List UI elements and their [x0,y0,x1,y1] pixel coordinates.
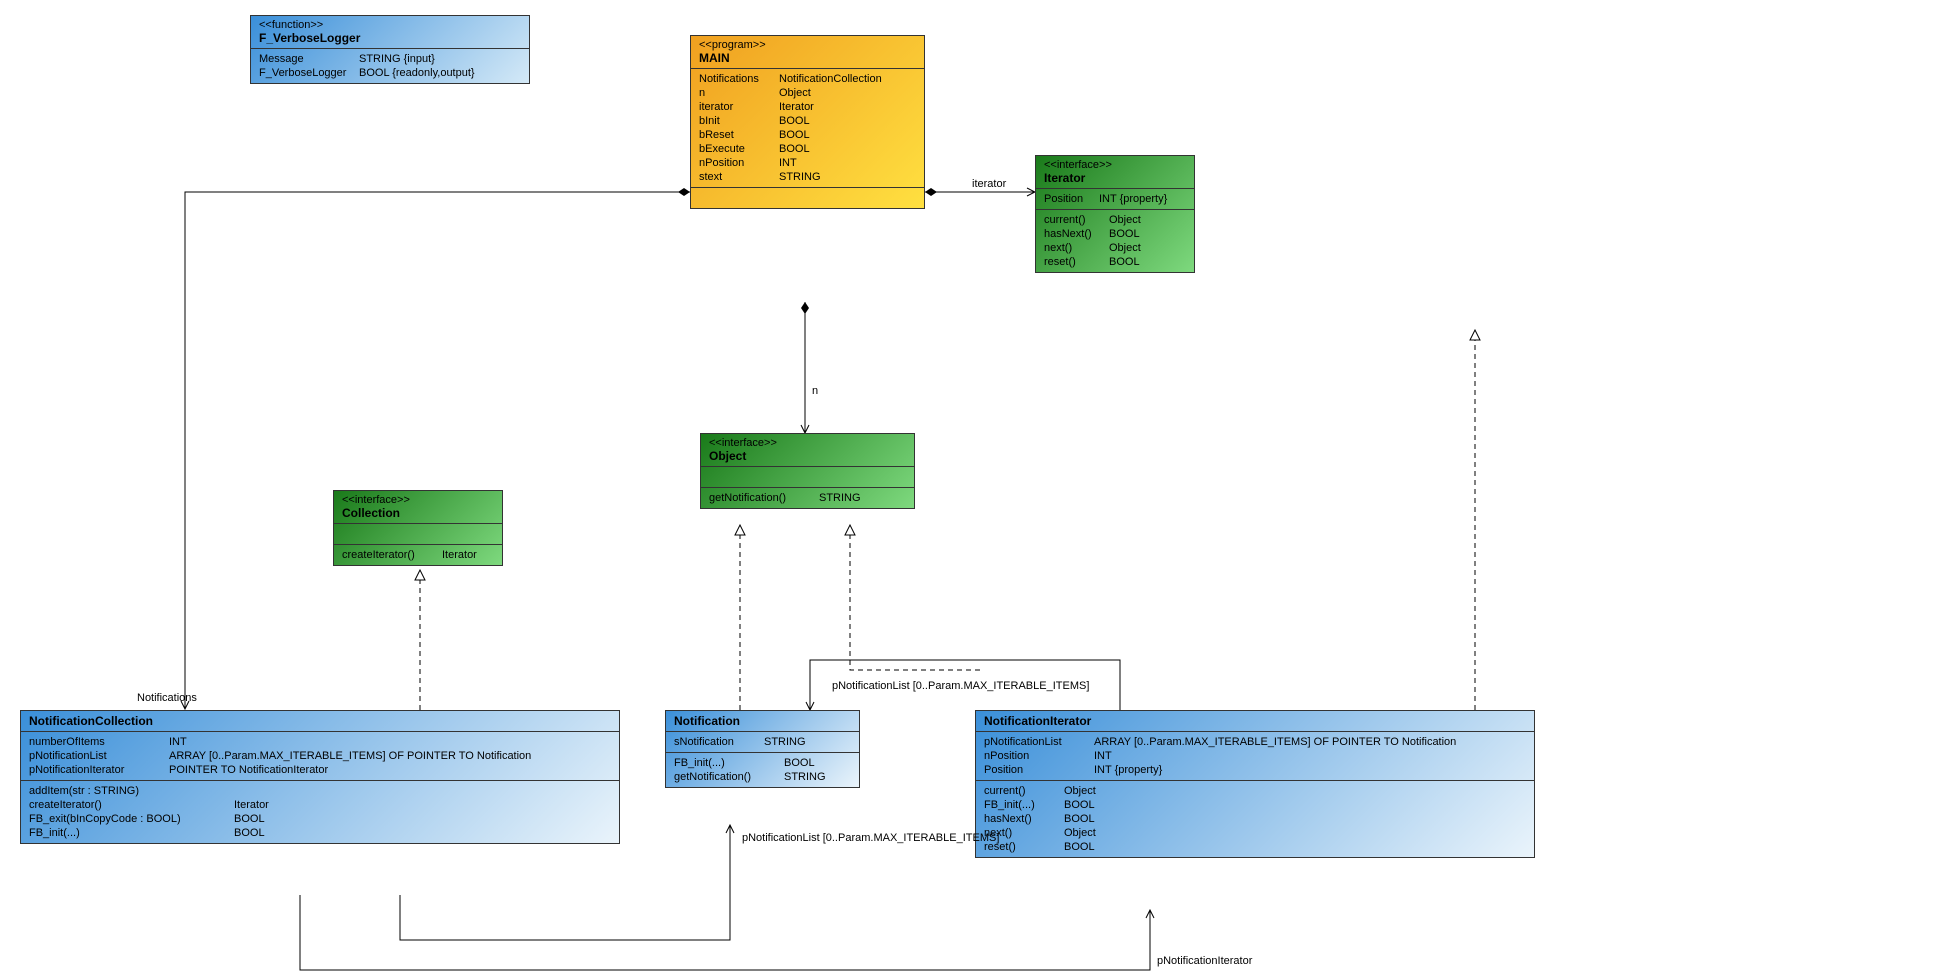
class-main: <<program>> MAIN NotificationsNotificati… [690,35,925,209]
class-notification: Notification sNotificationSTRING FB_init… [665,710,860,788]
stereo: <<function>> [259,19,521,31]
title: F_VerboseLogger [259,31,521,45]
edge-label-pnotiflist1: pNotificationList [0..Param.MAX_ITERABLE… [830,680,1091,692]
interface-iterator: <<interface>> Iterator PositionINT {prop… [1035,155,1195,273]
class-notificationiterator: NotificationIterator pNotificationListAR… [975,710,1535,858]
edge-label-pnotiflist2: pNotificationList [0..Param.MAX_ITERABLE… [740,832,1001,844]
edge-label-n: n [810,385,820,397]
class-notificationcollection: NotificationCollection numberOfItemsINT … [20,710,620,844]
interface-object: <<interface>> Object getNotification()ST… [700,433,915,509]
edge-label-iterator: iterator [970,178,1008,190]
interface-collection: <<interface>> Collection createIterator(… [333,490,503,566]
class-f-verboselogger: <<function>> F_VerboseLogger MessageSTRI… [250,15,530,84]
edge-label-notifications: Notifications [135,692,199,704]
edge-label-pnotifiter: pNotificationIterator [1155,955,1254,967]
